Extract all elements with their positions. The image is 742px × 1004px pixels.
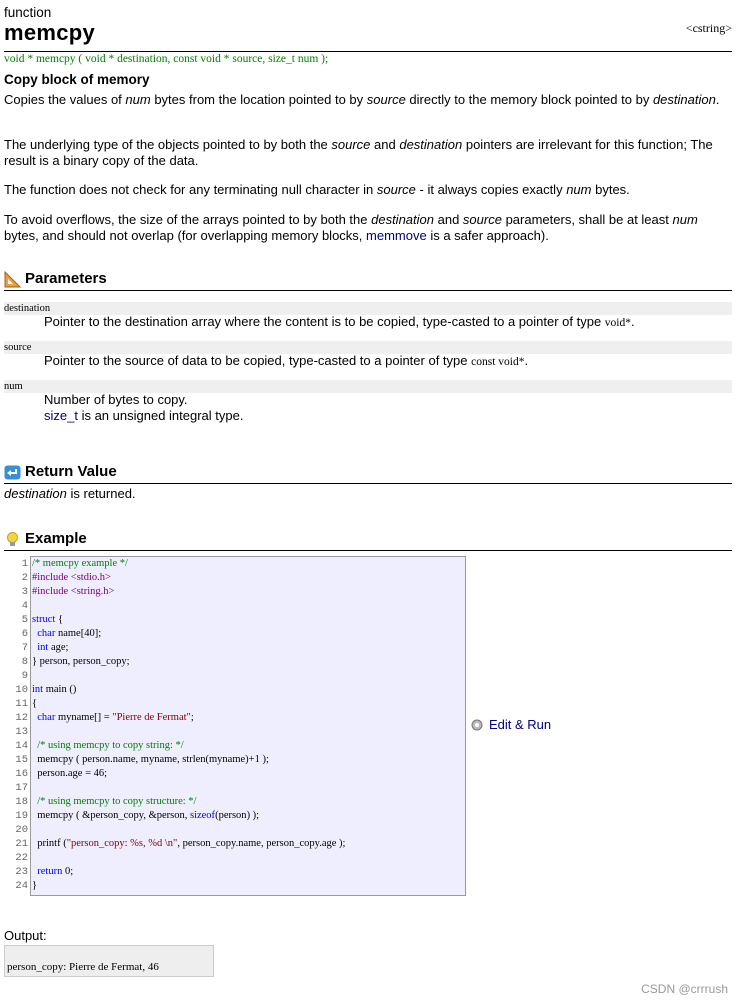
code-lines: /* memcpy example */ #include <stdio.h> #i…: [32, 557, 345, 893]
line-number: 14: [15, 740, 28, 752]
code-line: /* using memcpy to copy string: */: [32, 740, 184, 751]
code-line: int main (): [32, 684, 77, 695]
function-prototype: void * memcpy ( void * destination, cons…: [4, 53, 329, 65]
parameters-heading: Parameters: [4, 270, 732, 291]
entity-kind-label: function: [4, 5, 52, 20]
line-number: 10: [15, 684, 28, 696]
line-number: 16: [15, 768, 28, 780]
line-number: 4: [21, 600, 28, 612]
example-heading: Example: [4, 530, 732, 551]
line-number: 22: [15, 852, 28, 864]
return-arrow-icon: [4, 465, 21, 480]
code-line: memcpy ( &person_copy, &person, sizeof(p…: [37, 810, 260, 821]
param-desc-destination: Pointer to the destination array where t…: [44, 314, 635, 329]
code-line: {: [32, 698, 38, 709]
line-number: 8: [21, 656, 28, 668]
code-line: printf ("person_copy: %s, %d \n", person…: [37, 838, 346, 849]
line-number: 2: [21, 572, 28, 584]
watermark: CSDN @crrrush: [641, 982, 728, 996]
size-t-link[interactable]: size_t: [44, 408, 78, 423]
line-number: 9: [21, 670, 28, 682]
description-paragraph-3: The function does not check for any term…: [4, 182, 630, 197]
edit-run-button[interactable]: Edit & Run: [470, 717, 551, 732]
line-number: 13: [15, 726, 28, 738]
header-file-link[interactable]: <cstring>: [686, 21, 732, 36]
set-square-icon: [4, 271, 21, 288]
param-desc-source: Pointer to the source of data to be copi…: [44, 353, 529, 368]
return-value-text: destination is returned.: [4, 486, 136, 501]
line-number: 17: [15, 782, 28, 794]
lightbulb-icon: [7, 532, 18, 546]
page-title: memcpy: [4, 20, 96, 45]
code-line: return 0;: [37, 866, 74, 877]
line-number: 21: [15, 838, 28, 850]
output-label: Output:: [4, 928, 47, 943]
line-number: 6: [21, 628, 28, 640]
line-number: 1: [21, 558, 28, 570]
description-paragraph-4: To avoid overflows, the size of the arra…: [4, 212, 698, 243]
gear-icon: [471, 719, 483, 730]
line-number: 20: [15, 824, 28, 836]
code-line: memcpy ( person.name, myname, strlen(myn…: [37, 754, 269, 765]
code-line: struct {: [32, 614, 63, 625]
line-number: 12: [15, 712, 28, 724]
line-number: 7: [21, 642, 28, 654]
code-line: }: [32, 880, 38, 891]
line-number: 18: [15, 796, 28, 808]
code-line: } person, person_copy;: [32, 656, 130, 667]
line-number: 19: [15, 810, 28, 822]
return-value-heading: Return Value: [4, 463, 732, 484]
title-divider: [4, 51, 732, 52]
code-line: char name[40];: [37, 628, 102, 639]
code-line: /* memcpy example */: [32, 558, 128, 569]
description-paragraph-1: Copies the values of num bytes from the …: [4, 92, 720, 107]
line-number: 24: [15, 880, 28, 892]
line-number: 3: [21, 586, 28, 598]
param-desc-num: Number of bytes to copy. size_t is an uns…: [44, 392, 244, 423]
code-line: #include <string.h>: [32, 586, 115, 597]
line-number: 11: [15, 698, 28, 710]
short-description: Copy block of memory: [4, 72, 150, 87]
code-line: char myname[] = "Pierre de Fermat";: [37, 712, 194, 723]
code-line: person.age = 46;: [37, 768, 108, 779]
code-line: #include <stdio.h>: [32, 572, 111, 583]
line-number: 23: [15, 866, 28, 878]
line-number-gutter: 1 2 3 4 5 6 7 8 9 10 11 12 13 14 15 16 17 18 19 20 21 22 23 24: [0, 557, 28, 893]
code-line: /* using memcpy to copy structure: */: [32, 796, 197, 807]
description-paragraph-2: The underlying type of the objects point…: [4, 137, 713, 168]
line-number: 5: [21, 614, 28, 626]
output-text: person_copy: Pierre de Fermat, 46: [7, 961, 159, 973]
memmove-link[interactable]: memmove: [366, 228, 427, 243]
code-line: int age;: [37, 642, 69, 653]
line-number: 15: [15, 754, 28, 766]
